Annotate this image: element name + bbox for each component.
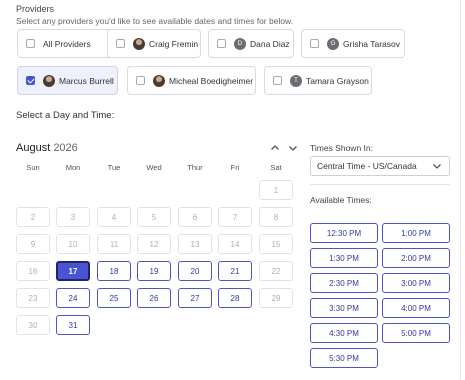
calendar-day: 15: [259, 234, 293, 254]
time-slot-button[interactable]: 1:30 PM: [310, 248, 378, 268]
calendar-day: 7: [218, 207, 252, 227]
provider-checkbox[interactable]: [116, 39, 125, 48]
avatar: G: [327, 37, 339, 50]
calendar-day: 30: [16, 315, 50, 335]
provider-checkbox[interactable]: [26, 76, 35, 85]
calendar-day: 1: [259, 180, 293, 200]
calendar-day: 14: [218, 234, 252, 254]
calendar-day[interactable]: 19: [137, 261, 171, 281]
year-label: 2026: [53, 142, 78, 154]
calendar-day: 29: [259, 288, 293, 308]
provider-label: Tamara Grayson: [306, 75, 369, 86]
calendar-day: 2: [16, 207, 50, 227]
time-slot-button[interactable]: 5:00 PM: [382, 323, 450, 343]
weekday-label: Sat: [270, 163, 282, 172]
providers-subtitle: Select any providers you'd like to see a…: [16, 16, 294, 26]
provider-option[interactable]: Craig Fremin: [107, 29, 201, 58]
avatar: [153, 74, 165, 87]
calendar-day: 8: [259, 207, 293, 227]
calendar-day[interactable]: 24: [56, 288, 90, 308]
time-slot-button[interactable]: 3:00 PM: [382, 273, 450, 293]
divider: [310, 184, 450, 185]
provider-option[interactable]: All Providers: [17, 29, 121, 58]
provider-label: All Providers: [43, 38, 91, 49]
right-edge-divider: [460, 0, 461, 380]
time-slot-button[interactable]: 4:30 PM: [310, 323, 378, 343]
providers-title: Providers: [16, 4, 55, 14]
calendar-day: 16: [16, 261, 50, 281]
calendar-day[interactable]: 31: [56, 315, 90, 335]
provider-option[interactable]: G Grisha Tarasov: [301, 29, 405, 58]
avatar: [133, 37, 145, 50]
time-slot-button[interactable]: 1:00 PM: [382, 223, 450, 243]
weekday-label: Fri: [230, 163, 240, 172]
weekday-label: Thur: [187, 163, 203, 172]
chevron-down-icon: [433, 164, 441, 169]
provider-checkbox[interactable]: [26, 39, 35, 48]
calendar-day[interactable]: 20: [178, 261, 212, 281]
provider-label: Dana Diaz: [250, 38, 290, 49]
month-name: August: [16, 142, 51, 154]
provider-label: Craig Fremin: [149, 38, 199, 49]
calendar-day[interactable]: 26: [137, 288, 171, 308]
select-day-heading: Select a Day and Time:: [16, 110, 115, 121]
time-slot-button[interactable]: 2:30 PM: [310, 273, 378, 293]
provider-option[interactable]: T Tamara Grayson: [264, 66, 372, 95]
available-times-label: Available Times:: [310, 195, 372, 205]
provider-label: Marcus Burrell: [59, 75, 114, 86]
month-label: August 2026: [16, 142, 78, 154]
calendar-day: 12: [137, 234, 171, 254]
chevron-up-icon: [271, 145, 279, 150]
time-slot-button[interactable]: 2:00 PM: [382, 248, 450, 268]
avatar: D: [234, 37, 246, 50]
provider-option[interactable]: Micheal Boedigheimer: [127, 66, 256, 95]
provider-option[interactable]: Marcus Burrell: [17, 66, 118, 95]
provider-checkbox[interactable]: [136, 76, 145, 85]
provider-checkbox[interactable]: [217, 39, 226, 48]
timezone-value: Central Time - US/Canada: [317, 161, 417, 171]
calendar-day: 13: [178, 234, 212, 254]
timezone-label: Times Shown In:: [310, 143, 373, 153]
chevron-down-icon: [289, 146, 297, 151]
next-month-button[interactable]: [287, 142, 299, 154]
weekday-label: Mon: [65, 163, 81, 172]
avatar: T: [290, 74, 302, 87]
calendar-day[interactable]: 21: [218, 261, 252, 281]
provider-label: Grisha Tarasov: [343, 38, 401, 49]
calendar-day: 6: [178, 207, 212, 227]
provider-option[interactable]: D Dana Diaz: [208, 29, 294, 58]
time-slot-button[interactable]: 4:00 PM: [382, 298, 450, 318]
calendar-day: 5: [137, 207, 171, 227]
prev-month-button[interactable]: [269, 142, 281, 154]
calendar-day[interactable]: 18: [97, 261, 131, 281]
provider-checkbox[interactable]: [273, 76, 282, 85]
provider-label: Micheal Boedigheimer: [169, 75, 254, 86]
time-slot-button[interactable]: 12:30 PM: [310, 223, 378, 243]
avatar: [43, 74, 55, 87]
timezone-select[interactable]: Central Time - US/Canada: [310, 156, 450, 176]
time-slot-button[interactable]: 5:30 PM: [310, 348, 378, 368]
calendar-day: 10: [56, 234, 90, 254]
calendar-day: 11: [97, 234, 131, 254]
weekday-label: Sun: [26, 163, 40, 172]
calendar-day[interactable]: 27: [178, 288, 212, 308]
weekday-label: Tue: [107, 163, 121, 172]
calendar-day: 4: [97, 207, 131, 227]
calendar-day: 9: [16, 234, 50, 254]
weekday-label: Wed: [146, 163, 162, 172]
calendar-day[interactable]: 17: [56, 261, 90, 281]
time-slot-button[interactable]: 3:30 PM: [310, 298, 378, 318]
calendar-day[interactable]: 25: [97, 288, 131, 308]
calendar-day: 22: [259, 261, 293, 281]
provider-checkbox[interactable]: [310, 39, 319, 48]
calendar-day: 3: [56, 207, 90, 227]
calendar-day: 23: [16, 288, 50, 308]
calendar-day[interactable]: 28: [218, 288, 252, 308]
